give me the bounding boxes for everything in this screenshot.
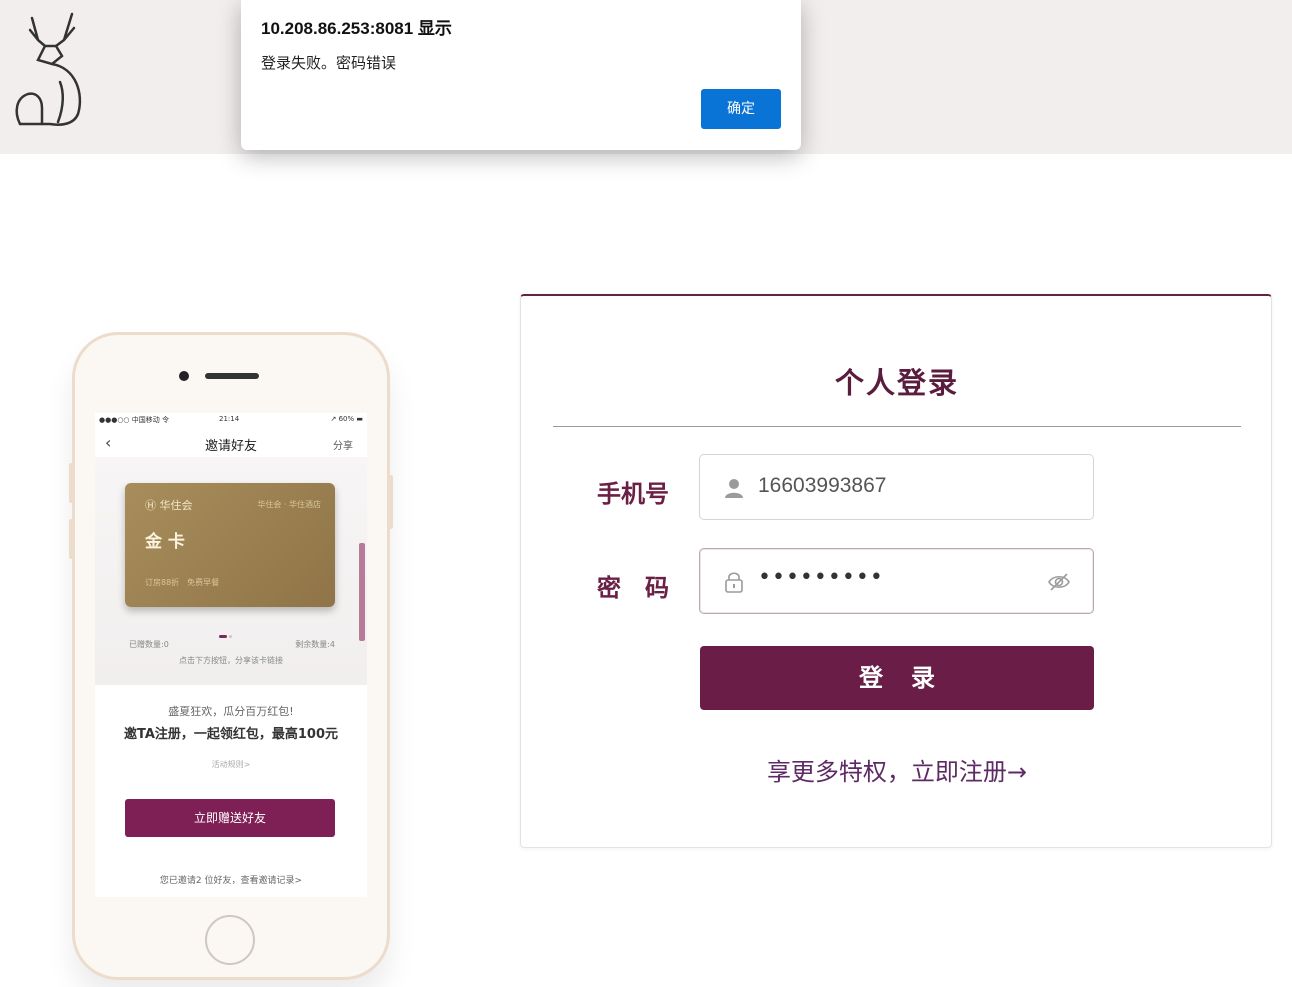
stat-remaining: 剩余数量:4 bbox=[295, 640, 335, 649]
phone-screen: ●●●○○ 中国移动 令 21:14 ↗ 60% ▬ ‹ 邀请好友 分享 Ⓗ 华… bbox=[95, 413, 367, 897]
password-input[interactable]: ••••••••• bbox=[699, 548, 1094, 614]
status-bar: ●●●○○ 中国移动 令 21:14 ↗ 60% ▬ bbox=[95, 413, 367, 427]
card-subtitle: 华住会 · 华住酒店 bbox=[257, 500, 321, 509]
carousel-dots bbox=[219, 623, 234, 642]
dialog-message: 登录失败。密码错误 bbox=[261, 54, 397, 72]
title-divider bbox=[553, 426, 1241, 427]
status-carrier: ●●●○○ 中国移动 令 bbox=[99, 416, 169, 424]
invite-friend-button: 立即赠送好友 bbox=[125, 799, 335, 837]
promo-text: 邀TA注册，一起领红包，最高100元 bbox=[123, 727, 339, 742]
phone-side-button bbox=[69, 463, 73, 503]
login-panel: 个人登录 手机号 16603993867 密 码 ••••••••• 登录 享更… bbox=[520, 294, 1272, 848]
carousel-dot bbox=[229, 635, 232, 638]
rules-link: 活动规则> bbox=[211, 760, 251, 769]
alert-dialog: 10.208.86.253:8081 显示 登录失败。密码错误 确定 bbox=[241, 0, 801, 150]
user-icon bbox=[725, 479, 743, 498]
ok-button[interactable]: 确定 bbox=[701, 89, 781, 129]
phone-label: 手机号 bbox=[597, 480, 669, 508]
status-battery: ↗ 60% ▬ bbox=[330, 415, 364, 423]
screen-title: 邀请好友 bbox=[204, 439, 257, 454]
phone-input[interactable]: 16603993867 bbox=[699, 454, 1094, 520]
dialog-title: 10.208.86.253:8081 显示 bbox=[261, 19, 452, 38]
card-level: 金 卡 bbox=[145, 532, 185, 552]
phone-frame: ●●●○○ 中国移动 令 21:14 ↗ 60% ▬ ‹ 邀请好友 分享 Ⓗ 华… bbox=[69, 332, 393, 980]
phone-speaker bbox=[205, 373, 259, 379]
screen-navbar: ‹ 邀请好友 分享 bbox=[95, 429, 367, 457]
promo-headline: 盛夏狂欢，瓜分百万红包! bbox=[168, 705, 294, 718]
card-hero: Ⓗ 华住会 华住会 · 华住酒店 金 卡 订房88折 免费早餐 已赠数量:0 剩… bbox=[95, 457, 367, 685]
lock-icon bbox=[725, 572, 743, 593]
card-perks: 订房88折 免费早餐 bbox=[145, 578, 220, 587]
share-link: 分享 bbox=[333, 441, 353, 452]
stat-given: 已赠数量:0 bbox=[129, 640, 169, 649]
card-brand: Ⓗ 华住会 bbox=[145, 499, 193, 512]
screen-scrollbar bbox=[359, 543, 365, 641]
register-link[interactable]: 享更多特权，立即注册→ bbox=[521, 752, 1273, 787]
phone-side-button bbox=[389, 475, 393, 529]
login-button[interactable]: 登录 bbox=[700, 646, 1094, 710]
phone-side-button bbox=[69, 519, 73, 559]
carousel-dot-active bbox=[219, 635, 227, 638]
invited-count-text: 您已邀请2 位好友，查看邀请记录> bbox=[159, 876, 303, 886]
phone-home-button bbox=[205, 915, 255, 965]
password-label: 密 码 bbox=[597, 574, 669, 602]
page-title: 个人登录 bbox=[834, 366, 959, 400]
status-time: 21:14 bbox=[219, 415, 240, 423]
phone-mockup: ●●●○○ 中国移动 令 21:14 ↗ 60% ▬ ‹ 邀请好友 分享 Ⓗ 华… bbox=[40, 320, 450, 987]
phone-camera bbox=[179, 371, 189, 381]
stat-hint: 点击下方按钮，分享该卡链接 bbox=[179, 656, 283, 665]
gold-card: Ⓗ 华住会 华住会 · 华住酒店 金 卡 订房88折 免费早餐 bbox=[125, 483, 335, 607]
phone-value[interactable]: 16603993867 bbox=[758, 474, 886, 498]
eye-off-icon[interactable] bbox=[1047, 571, 1071, 593]
password-value[interactable]: ••••••••• bbox=[758, 565, 884, 590]
deer-logo-icon[interactable] bbox=[12, 10, 84, 130]
